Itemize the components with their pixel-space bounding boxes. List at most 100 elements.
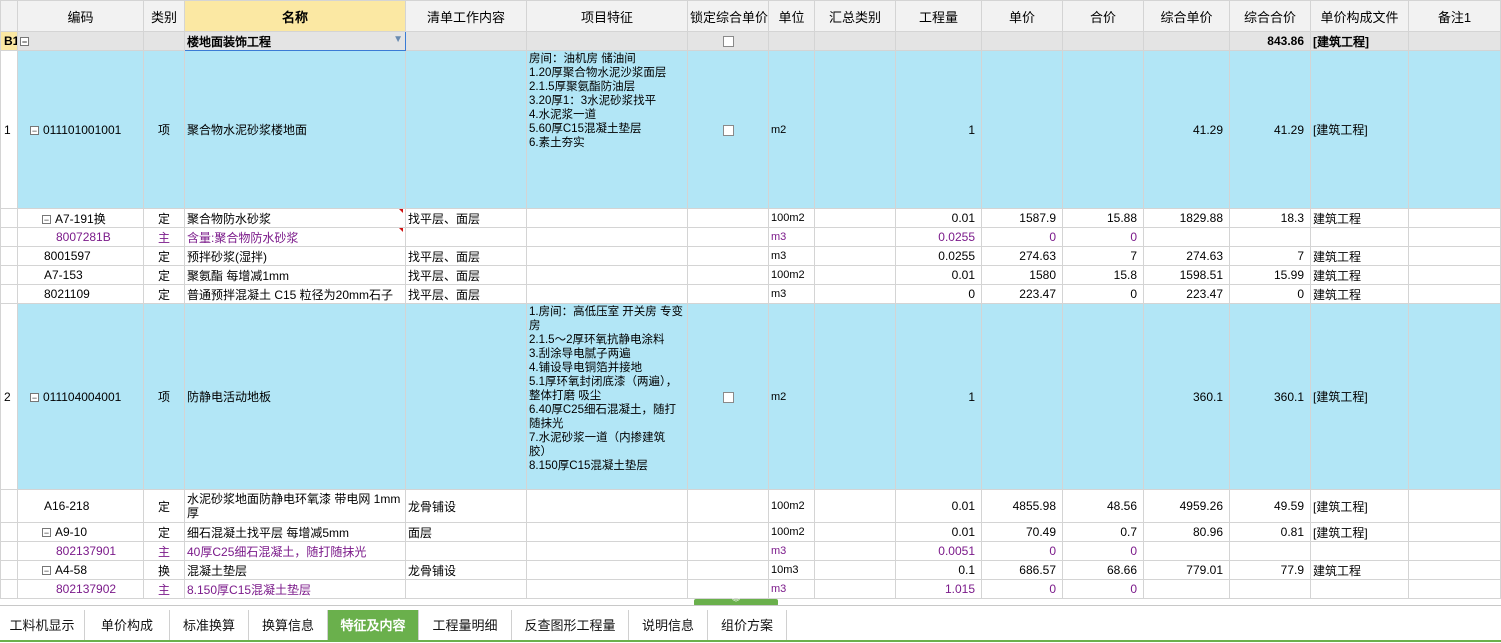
col-header-amount[interactable]: 合价 <box>1062 0 1144 32</box>
tab-price-composition[interactable]: 单价构成 <box>85 610 170 641</box>
row-name[interactable]: 混凝土垫层 <box>184 560 406 580</box>
row-work[interactable] <box>405 50 527 209</box>
lock-checkbox[interactable] <box>722 36 734 48</box>
row-code: 802137902 <box>17 579 144 599</box>
row-work[interactable]: 找平层、面层 <box>405 265 527 285</box>
row-name[interactable]: 聚氨酯 每增减1mm <box>184 265 406 285</box>
row-name[interactable]: 聚合物水泥砂浆楼地面 <box>184 50 406 209</box>
row-name[interactable]: 防静电活动地板 <box>184 303 406 490</box>
col-header-name[interactable]: 名称 <box>184 0 406 32</box>
row-qty[interactable]: 0.0255 <box>895 246 982 266</box>
collapse-icon[interactable]: − <box>42 566 51 576</box>
tab-standard-conversion[interactable]: 标准换算 <box>170 610 249 641</box>
section-name-text: 楼地面装饰工程 <box>187 34 272 49</box>
lock-checkbox[interactable] <box>722 124 734 136</box>
tab-material-display[interactable]: 工料机显示 <box>0 610 85 641</box>
row-name[interactable]: 聚合物防水砂浆 <box>184 208 406 228</box>
collapse-icon[interactable]: − <box>42 214 51 224</box>
row-unit: 100m2 <box>768 489 815 523</box>
row-qty[interactable]: 1 <box>895 50 982 209</box>
row-name[interactable]: 8.150厚C15混凝土垫层 <box>184 579 406 599</box>
material-row[interactable]: 802137902 主 8.150厚C15混凝土垫层 m3 1.015 0 0 <box>0 579 1501 599</box>
row-work[interactable] <box>405 303 527 490</box>
row-work[interactable] <box>405 579 527 599</box>
row-qty[interactable]: 0.0255 <box>895 227 982 247</box>
tab-conversion-info[interactable]: 换算信息 <box>249 610 328 641</box>
row-code-text: A7-153 <box>44 268 83 282</box>
row-file <box>1310 541 1409 561</box>
quota-row[interactable]: A16-218 定 水泥砂浆地面防静电环氧漆 带电网 1mm厚 龙骨铺设 100… <box>0 489 1501 523</box>
row-code-text: 8021109 <box>44 287 90 301</box>
row-name[interactable]: 水泥砂浆地面防静电环氧漆 带电网 1mm厚 <box>184 489 406 523</box>
dropdown-arrow-icon[interactable]: ▼ <box>393 34 403 45</box>
bill-item-row[interactable]: 2 −011104004001 项 防静电活动地板 1.房间：高低压室 开关房 … <box>0 303 1501 490</box>
row-name[interactable]: 含量:聚合物防水砂浆 <box>184 227 406 247</box>
row-qty[interactable]: 1.015 <box>895 579 982 599</box>
row-qty[interactable]: 1 <box>895 303 982 490</box>
quota-row[interactable]: − A7-191换 定 聚合物防水砂浆 找平层、面层 100m2 0.01 158… <box>0 208 1501 228</box>
bill-item-row[interactable]: 1 −011101001001 项 聚合物水泥砂浆楼地面 房间：油机房 储油间 … <box>0 50 1501 209</box>
quota-row[interactable]: 8001597 定 预拌砂浆(湿拌) 找平层、面层 m3 0.0255 274.… <box>0 246 1501 266</box>
collapse-icon[interactable]: − <box>20 37 29 47</box>
row-work[interactable] <box>405 227 527 247</box>
row-qty[interactable]: 0.1 <box>895 560 982 580</box>
quota-row[interactable]: 8021109 定 普通预拌混凝土 C15 粒径为20mm石子 找平层、面层 m… <box>0 284 1501 304</box>
row-name[interactable]: 细石混凝土找平层 每增减5mm <box>184 522 406 542</box>
col-header-type[interactable]: 类别 <box>143 0 185 32</box>
row-work[interactable]: 找平层、面层 <box>405 246 527 266</box>
tab-pricing-scheme[interactable]: 组价方案 <box>708 610 787 641</box>
col-header-index[interactable] <box>0 0 18 32</box>
quota-row[interactable]: A7-153 定 聚氨酯 每增减1mm 找平层、面层 100m2 0.01 15… <box>0 265 1501 285</box>
material-row[interactable]: 8007281B 主 含量:聚合物防水砂浆 m3 0.0255 0 0 <box>0 227 1501 247</box>
row-qty[interactable]: 0.01 <box>895 522 982 542</box>
col-header-price[interactable]: 单价 <box>981 0 1063 32</box>
row-qty[interactable]: 0.01 <box>895 489 982 523</box>
tab-reverse-graphic-quantity[interactable]: 反查图形工程量 <box>512 610 629 641</box>
col-header-composite-amount[interactable]: 综合合价 <box>1229 0 1311 32</box>
row-name[interactable]: 40厚C25细石混凝土，随打随抹光 <box>184 541 406 561</box>
tab-features-content[interactable]: 特征及内容 <box>328 610 419 641</box>
collapse-icon[interactable]: − <box>42 528 51 538</box>
row-remark <box>1408 303 1501 490</box>
row-feature[interactable]: 房间：油机房 储油间 1.20厚聚合物水泥沙浆面层 2.1.5厚聚氨酯防油层 3… <box>526 50 688 209</box>
row-qty[interactable]: 0.0051 <box>895 541 982 561</box>
col-header-work[interactable]: 清单工作内容 <box>405 0 527 32</box>
quota-row[interactable]: − A4-58 换 混凝土垫层 龙骨铺设 10m3 0.1 686.57 68.6… <box>0 560 1501 580</box>
row-qty[interactable]: 0.01 <box>895 208 982 228</box>
col-header-file[interactable]: 单价构成文件 <box>1310 0 1409 32</box>
bottom-tab-bar: 工料机显示 单价构成 标准换算 换算信息 特征及内容 工程量明细 反查图形工程量… <box>0 605 1501 643</box>
row-type: 定 <box>143 489 185 523</box>
row-name[interactable]: 普通预拌混凝土 C15 粒径为20mm石子 <box>184 284 406 304</box>
col-header-remark[interactable]: 备注1 <box>1408 0 1501 32</box>
col-header-lock[interactable]: 锁定综合单价 <box>687 0 769 32</box>
collapse-icon[interactable]: − <box>30 125 39 135</box>
tab-description-info[interactable]: 说明信息 <box>629 610 708 641</box>
row-qty[interactable]: 0.01 <box>895 265 982 285</box>
row-price: 686.57 <box>981 560 1063 580</box>
material-row[interactable]: 802137901 主 40厚C25细石混凝土，随打随抹光 m3 0.0051 … <box>0 541 1501 561</box>
row-work[interactable]: 面层 <box>405 522 527 542</box>
row-work[interactable]: 龙骨铺设 <box>405 560 527 580</box>
row-qty[interactable]: 0 <box>895 284 982 304</box>
col-header-summary[interactable]: 汇总类别 <box>814 0 896 32</box>
col-header-composite-price[interactable]: 综合单价 <box>1143 0 1230 32</box>
row-work[interactable] <box>405 541 527 561</box>
section-name[interactable]: 楼地面装饰工程 ▼ <box>184 31 406 51</box>
quota-row[interactable]: − A9-10 定 细石混凝土找平层 每增减5mm 面层 100m2 0.01 7… <box>0 522 1501 542</box>
row-code: −011101001001 <box>17 50 144 209</box>
row-feature[interactable]: 1.房间：高低压室 开关房 专变房 2.1.5～2厚环氧抗静电涂料 3.刮涂导电… <box>526 303 688 490</box>
row-work[interactable]: 找平层、面层 <box>405 284 527 304</box>
tab-quantity-detail[interactable]: 工程量明细 <box>419 610 512 641</box>
col-header-unit[interactable]: 单位 <box>768 0 815 32</box>
col-header-feature[interactable]: 项目特征 <box>526 0 688 32</box>
col-header-code[interactable]: 编码 <box>17 0 144 32</box>
row-composite-price <box>1143 579 1230 599</box>
section-row[interactable]: B1 − 楼地面装饰工程 ▼ 843.86 [建筑工程] <box>0 31 1501 51</box>
row-composite-amount: 7 <box>1229 246 1311 266</box>
lock-checkbox[interactable] <box>722 391 734 403</box>
row-name[interactable]: 预拌砂浆(湿拌) <box>184 246 406 266</box>
collapse-icon[interactable]: − <box>30 392 39 402</box>
col-header-qty[interactable]: 工程量 <box>895 0 982 32</box>
row-work[interactable]: 龙骨铺设 <box>405 489 527 523</box>
row-work[interactable]: 找平层、面层 <box>405 208 527 228</box>
